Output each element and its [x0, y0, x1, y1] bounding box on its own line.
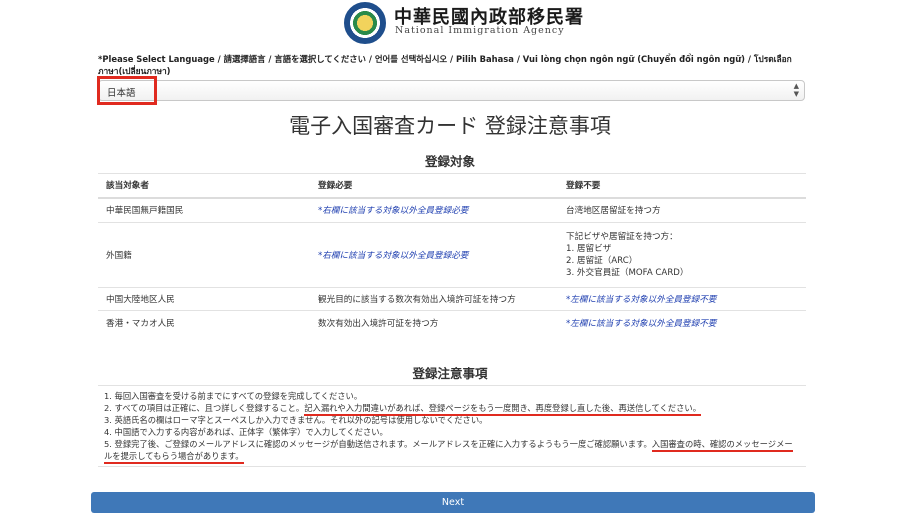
- table-row: 中華民国無戸籍国民 *右欄に該当する対象以外全員登録必要 台湾地区居留証を持つ方: [98, 197, 806, 223]
- cell-required: *右欄に該当する対象以外全員登録必要: [310, 197, 558, 223]
- cell-required: 観光目的に該当する数次有効出入境許可証を持つ方: [310, 287, 558, 311]
- cell-line: 2. 居留証（ARC）: [566, 256, 638, 266]
- language-label: *Please Select Language / 請選擇語言 / 言語を選択し…: [98, 54, 792, 76]
- cell-not-required: 下記ビザや居留証を持つ方： 1. 居留ビザ 2. 居留証（ARC） 3. 外交官…: [558, 222, 806, 288]
- note-text: 5. 登録完了後、ご登録のメールアドレスに確認のメッセージが自動送信されます。メ…: [104, 439, 652, 449]
- select-arrows-icon: ▲ ▼: [793, 82, 799, 98]
- cell-required: 数次有効出入境許可証を持つ方: [310, 310, 558, 335]
- note-text: 2. すべての項目は正確に、且つ詳しく登録すること。: [104, 403, 305, 413]
- cell-not-required: *左欄に該当する対象以外全員登録不要: [558, 310, 806, 335]
- cell-target: 香港・マカオ人民: [98, 310, 310, 335]
- note-item: 1. 毎回入国審査を受ける前までにすべての登録を完成してください。: [104, 391, 363, 401]
- header-not-required: 登録不要: [558, 173, 806, 199]
- table-row: 中国大陸地区人民 観光目的に該当する数次有効出入境許可証を持つ方 *左欄に該当す…: [98, 287, 806, 311]
- notes-list: 1. 毎回入国審査を受ける前までにすべての登録を完成してください。 2. すべて…: [98, 385, 806, 467]
- cell-not-required: *左欄に該当する対象以外全員登録不要: [558, 287, 806, 311]
- cell-required: *右欄に該当する対象以外全員登録必要: [310, 222, 558, 288]
- agency-logo: [344, 2, 386, 44]
- note-item: 5. 登録完了後、ご登録のメールアドレスに確認のメッセージが自動送信されます。メ…: [104, 438, 800, 464]
- registration-table: 該当対象者 登録必要 登録不要 中華民国無戸籍国民 *右欄に該当する対象以外全員…: [98, 173, 806, 335]
- table-row: 外国籍 *右欄に該当する対象以外全員登録必要 下記ビザや居留証を持つ方： 1. …: [98, 222, 806, 288]
- note-item: 4. 中国語で入力する内容があれば、正体字（繁体字）で入力してください。: [104, 427, 388, 437]
- language-highlight-box: [97, 76, 157, 105]
- cell-line: 1. 居留ビザ: [566, 244, 612, 254]
- table-row: 香港・マカオ人民 数次有効出入境許可証を持つ方 *左欄に該当する対象以外全員登録…: [98, 310, 806, 335]
- cell-line: 3. 外交官員証（MOFA CARD）: [566, 268, 689, 278]
- cell-target: 中国大陸地区人民: [98, 287, 310, 311]
- language-select[interactable]: 日本語 ▲ ▼: [98, 80, 805, 101]
- cell-target: 外国籍: [98, 222, 310, 288]
- cell-target: 中華民国無戸籍国民: [98, 197, 310, 223]
- header: 中華民國內政部移民署 National Immigration Agency: [0, 0, 900, 48]
- header-required: 登録必要: [310, 173, 558, 199]
- table-header-row: 該当対象者 登録必要 登録不要: [98, 173, 806, 199]
- next-button[interactable]: Next: [91, 492, 815, 513]
- cell-not-required: 台湾地区居留証を持つ方: [558, 197, 806, 223]
- agency-name-en: National Immigration Agency: [395, 25, 565, 36]
- notes-section-title: 登録注意事項: [412, 366, 488, 381]
- note-item: 2. すべての項目は正確に、且つ詳しく登録すること。記入漏れや入力間違いがあれば…: [104, 402, 800, 416]
- cell-line: 下記ビザや居留証を持つ方：: [566, 232, 678, 242]
- page-title: 電子入国審査カード 登録注意事項: [289, 114, 611, 138]
- registration-section-title: 登録対象: [424, 154, 475, 169]
- header-target: 該当対象者: [98, 173, 310, 199]
